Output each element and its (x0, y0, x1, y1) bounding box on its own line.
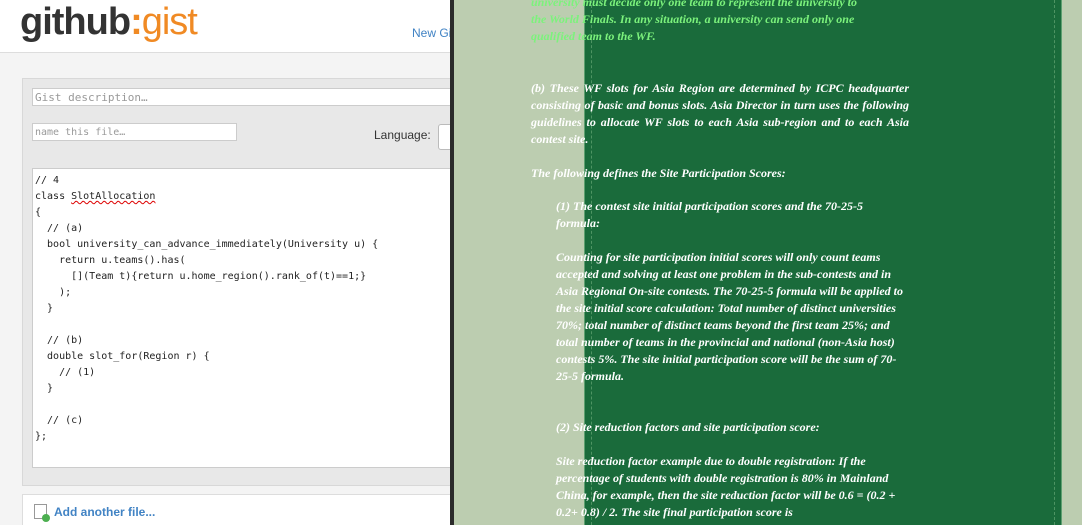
logo-separator: : (130, 1, 143, 43)
doc-scores-heading: The following defines the Site Participa… (531, 166, 786, 180)
document-pane: university must decide only one team to … (454, 0, 1082, 525)
doc-item1-body: Counting for site participation initial … (556, 250, 904, 383)
logo-gist-text: gist (141, 1, 198, 43)
code-editor[interactable]: // 4 class SlotAllocation { // (a) bool … (32, 168, 450, 468)
filename-input[interactable]: name this file… (32, 123, 237, 141)
gist-header: github:gist New Gi (0, 0, 450, 53)
gist-pane: github:gist New Gi Gist description… nam… (0, 0, 450, 525)
logo-github-text: github (20, 1, 131, 43)
new-gist-link[interactable]: New Gi (412, 26, 450, 40)
doc-para-b: (b) These WF slots for Asia Region are d… (531, 81, 909, 146)
doc-item2-heading: (2) Site reduction factors and site part… (556, 420, 820, 434)
doc-cut-line: university must decide only one team to … (531, 0, 857, 9)
code-content[interactable]: // 4 class SlotAllocation { // (a) bool … (33, 169, 450, 449)
add-another-file-link[interactable]: Add another file... (54, 505, 155, 519)
doc-item2-body: Site reduction factor example due to dou… (556, 454, 896, 519)
language-label: Language: (374, 128, 431, 142)
doc-item1-heading: (1) The contest site initial participati… (556, 199, 863, 230)
language-select[interactable] (438, 124, 450, 150)
add-file-icon[interactable] (34, 504, 50, 522)
code-class-name: SlotAllocation (71, 191, 156, 202)
doc-para-a-line-2: qualified team to the WF. (531, 29, 656, 43)
doc-para-a-line-1: the World Finals. In any situation, a un… (531, 12, 855, 26)
github-gist-logo[interactable]: github:gist (20, 1, 198, 43)
gist-description-input[interactable]: Gist description… (32, 88, 450, 106)
